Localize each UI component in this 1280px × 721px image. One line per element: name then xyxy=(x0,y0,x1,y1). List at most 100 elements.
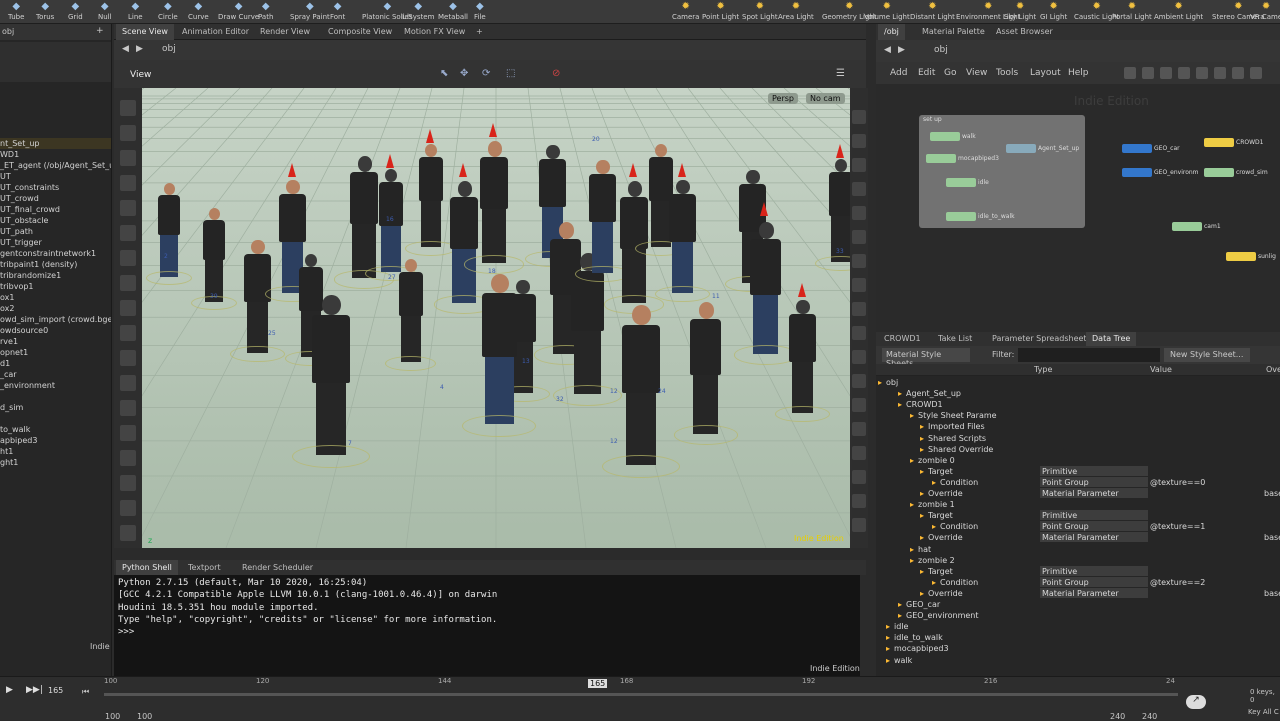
network-tool-icon[interactable] xyxy=(1178,67,1190,79)
node-walk[interactable]: walk xyxy=(930,132,976,142)
tree-row[interactable]: ▸Override Material Parameter base xyxy=(876,532,1280,543)
key-all-button[interactable]: Key All C xyxy=(1248,708,1279,716)
node-crowd_sim[interactable]: crowd_sim xyxy=(1204,168,1268,178)
back-arrow-icon[interactable]: ◀ xyxy=(884,45,891,55)
3d-viewport[interactable]: 2 39 25 27 16 18 20 13 12 4 7 32 12 24 33 11 Persp No c… xyxy=(142,88,850,548)
tree-row-type[interactable]: Point Group xyxy=(1040,576,1148,587)
left-pane-item[interactable]: gentconstraintnetwork1 xyxy=(0,248,111,259)
left-pane-item[interactable]: tribvop1 xyxy=(0,281,111,292)
tree-row[interactable]: ▸ walk xyxy=(876,655,1280,666)
display-options-icon[interactable]: ☰ xyxy=(836,68,845,79)
tab-datatree-1[interactable]: Take List xyxy=(932,332,978,346)
display-tool-icon[interactable] xyxy=(852,446,866,460)
camera-menu[interactable]: No cam xyxy=(806,93,845,104)
display-tool-icon[interactable] xyxy=(852,182,866,196)
display-tool-icon[interactable] xyxy=(852,518,866,532)
tree-row[interactable]: ▸ CROWD1 xyxy=(876,399,1280,410)
menu-tools[interactable]: Tools xyxy=(996,68,1018,78)
shelf-light-3[interactable]: ✹ Area Light xyxy=(778,0,814,24)
shelf-tool-13[interactable]: ◆ Metaball xyxy=(438,0,468,24)
tree-row[interactable]: ▸ idle xyxy=(876,621,1280,632)
persp-menu[interactable]: Persp xyxy=(768,93,798,104)
playhead[interactable]: 165 xyxy=(588,679,608,688)
tab-datatree-2[interactable]: Parameter Spreadsheet xyxy=(986,332,1093,346)
shelf-light-0[interactable]: ✹ Camera xyxy=(672,0,699,24)
left-pane-item[interactable] xyxy=(0,413,111,424)
record-icon[interactable]: ⊘ xyxy=(552,68,560,79)
tree-row[interactable]: ▸ zombie 1 xyxy=(876,499,1280,510)
network-tool-icon[interactable] xyxy=(1124,67,1136,79)
tree-row-type[interactable]: Point Group xyxy=(1040,521,1148,532)
viewport-tool-icon[interactable] xyxy=(120,425,136,441)
left-pane-item[interactable]: tribrandomize1 xyxy=(0,270,111,281)
tree-row-value[interactable]: @texture==2 xyxy=(1150,577,1270,587)
tree-row-value[interactable]: base xyxy=(1264,532,1280,542)
shelf-tool-12[interactable]: ◆ L-System xyxy=(402,0,434,24)
new-style-sheet-button[interactable]: New Style Sheet... xyxy=(1164,348,1250,362)
left-pane-item[interactable]: _environment xyxy=(0,380,111,391)
shelf-tool-7[interactable]: ◆ Draw Curve xyxy=(218,0,259,24)
display-tool-icon[interactable] xyxy=(852,350,866,364)
left-pane-item[interactable]: UT_crowd xyxy=(0,193,111,204)
display-tool-icon[interactable] xyxy=(852,326,866,340)
python-console[interactable]: Python 2.7.15 (default, Mar 10 2020, 16:… xyxy=(114,575,860,676)
network-canvas[interactable]: Indie Edition set up walk mocapbiped3 Agen… xyxy=(876,84,1280,332)
display-tool-icon[interactable] xyxy=(852,398,866,412)
viewport-tool-icon[interactable] xyxy=(120,475,136,491)
shelf-light-2[interactable]: ✹ Spot Light xyxy=(742,0,778,24)
tree-row-type[interactable]: Material Parameter xyxy=(1040,587,1148,598)
shelf-tool-6[interactable]: ◆ Curve xyxy=(188,0,209,24)
tree-row-type[interactable]: Point Group xyxy=(1040,476,1148,487)
node-idle_to_walk[interactable]: idle_to_walk xyxy=(946,212,1015,222)
tree-row-type[interactable]: Primitive xyxy=(1040,465,1148,476)
node-crowd1[interactable]: CROWD1 xyxy=(1204,138,1263,148)
tab-composite-view[interactable]: Composite View xyxy=(322,24,398,40)
tab-textport[interactable]: Textport xyxy=(182,560,227,575)
move-tool-icon[interactable]: ✥ xyxy=(460,68,468,79)
display-tool-icon[interactable] xyxy=(852,254,866,268)
viewport-tool-icon[interactable] xyxy=(120,225,136,241)
menu-help[interactable]: Help xyxy=(1068,68,1089,78)
shelf-light-8[interactable]: ✹ Sky Light xyxy=(1004,0,1036,24)
viewport-tool-icon[interactable] xyxy=(120,350,136,366)
left-pane-path[interactable]: obj xyxy=(2,27,14,36)
tree-row[interactable]: ▸Override Material Parameter base xyxy=(876,488,1280,499)
tree-row[interactable]: ▸ GEO_car xyxy=(876,599,1280,610)
left-pane-item[interactable]: _ET_agent (/obj/Agent_Set_up/ xyxy=(0,160,111,171)
left-pane-item[interactable]: tribpaint1 (density) xyxy=(0,259,111,270)
current-frame-field[interactable]: 165 xyxy=(48,686,63,695)
shelf-light-12[interactable]: ✹ Ambient Light xyxy=(1154,0,1203,24)
display-tool-icon[interactable] xyxy=(852,206,866,220)
network-path[interactable]: obj xyxy=(934,45,948,55)
tab-datatree-3[interactable]: Data Tree xyxy=(1086,332,1137,346)
left-pane-item[interactable]: d1 xyxy=(0,358,111,369)
tree-row-value[interactable]: base xyxy=(1264,588,1280,598)
left-pane-item[interactable]: UT_final_crowd xyxy=(0,204,111,215)
display-tool-icon[interactable] xyxy=(852,470,866,484)
left-pane-item[interactable]: UT xyxy=(0,171,111,182)
tree-row[interactable]: ▸ zombie 2 xyxy=(876,555,1280,566)
left-pane-item[interactable]: UT_path xyxy=(0,226,111,237)
tree-row[interactable]: ▸ zombie 0 xyxy=(876,455,1280,466)
node-geo_environm[interactable]: GEO_environm xyxy=(1122,168,1199,178)
plus-icon[interactable]: + xyxy=(96,26,104,36)
shelf-tool-10[interactable]: ◆ Font xyxy=(330,0,345,24)
add-tab-icon[interactable]: + xyxy=(470,24,489,40)
tab-network-2[interactable]: Asset Browser xyxy=(990,24,1059,40)
tab-animation-editor[interactable]: Animation Editor xyxy=(176,24,255,40)
network-tool-icon[interactable] xyxy=(1160,67,1172,79)
tree-row[interactable]: ▸ Imported Files xyxy=(876,421,1280,432)
left-pane-item[interactable]: WD1 xyxy=(0,149,111,160)
tree-row[interactable]: ▸ hat xyxy=(876,544,1280,555)
left-pane-item[interactable]: rve1 xyxy=(0,336,111,347)
shelf-light-9[interactable]: ✹ GI Light xyxy=(1040,0,1067,24)
shelf-tool-14[interactable]: ◆ File xyxy=(474,0,486,24)
display-tool-icon[interactable] xyxy=(852,110,866,124)
tree-row[interactable]: ▸ Condition Point Group @texture==0 xyxy=(876,476,1280,488)
back-arrow-icon[interactable]: ◀ xyxy=(122,44,129,54)
display-tool-icon[interactable] xyxy=(852,134,866,148)
tree-row[interactable]: ▸ Style Sheet Parame xyxy=(876,410,1280,421)
tree-row[interactable]: ▸Override Material Parameter base xyxy=(876,587,1280,599)
shelf-light-6[interactable]: ✹ Distant Light xyxy=(910,0,955,24)
viewport-tool-icon[interactable] xyxy=(120,300,136,316)
